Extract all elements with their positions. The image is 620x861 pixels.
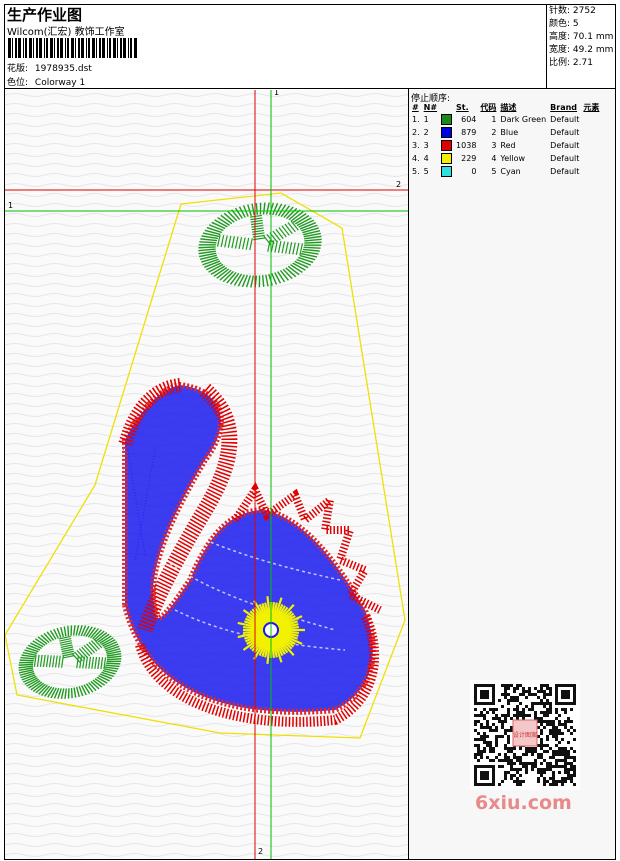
stats-block: 针数: 2752 颜色: 5 高度: 70.1 mm 宽度: 49.2 mm 比…	[549, 5, 613, 70]
color-table-header: # N# St. 代码 描述 Brand 元素	[410, 101, 601, 113]
row-n: 4	[423, 154, 429, 163]
row-stitches: 604	[461, 115, 477, 124]
width-label: 宽度:	[549, 45, 571, 55]
colorway-label: 色位:	[7, 78, 29, 88]
col-code: 代码	[480, 102, 497, 112]
colorway-value: Colorway 1	[34, 78, 86, 88]
guide-label-red-v: 2	[258, 847, 264, 856]
color-table: # N# St. 代码 描述 Brand 元素 1. 1 604 1 Dark Gree…	[410, 101, 601, 178]
row-n: 3	[423, 141, 429, 150]
header-divider	[4, 88, 616, 89]
col-stitches: St.	[456, 102, 469, 112]
company-name: Wilcom(汇宏) 教饰工作室	[7, 27, 125, 38]
height-value: 70.1 mm	[572, 32, 614, 42]
row-desc: Cyan	[500, 167, 521, 176]
col-n: N#	[423, 102, 438, 112]
qr-code: 设计图案	[470, 680, 580, 790]
color-row: 4. 4 229 4 Yellow Default	[410, 152, 601, 165]
col-brand: Brand	[550, 102, 578, 112]
row-swatch	[439, 165, 454, 178]
row-code: 3	[491, 141, 497, 150]
design-file-value: 1978935.dst	[34, 64, 92, 74]
row-code: 5	[491, 167, 497, 176]
row-brand: Default	[550, 128, 580, 137]
row-brand: Default	[550, 167, 580, 176]
color-row: 1. 1 604 1 Dark Green Default	[410, 113, 601, 126]
guide-label-red-h: 2	[396, 180, 402, 189]
row-swatch	[439, 113, 454, 126]
guide-label-green-v: 1	[274, 90, 280, 97]
row-swatch	[439, 152, 454, 165]
color-row: 5. 5 0 5 Cyan Default	[410, 165, 601, 178]
colorway-row: 色位: Colorway 1	[7, 75, 85, 88]
barcode	[8, 38, 137, 58]
ratio-label: 比例:	[549, 58, 571, 68]
guide-label-green-h: 1	[8, 201, 14, 210]
row-stitches: 229	[461, 154, 477, 163]
col-desc: 描述	[500, 102, 517, 112]
row-brand: Default	[550, 141, 580, 150]
design-file-row: 花版: 1978935.dst	[7, 61, 92, 74]
row-stitches: 879	[461, 128, 477, 137]
embroidery-canvas: 1 1 2 2	[5, 90, 408, 859]
row-code: 1	[491, 115, 497, 124]
color-swatch	[441, 166, 453, 177]
row-swatch	[439, 139, 454, 152]
col-element: 元素	[583, 102, 600, 112]
stitches-value: 2752	[572, 6, 596, 16]
design-file-label: 花版:	[7, 64, 29, 74]
color-swatch	[441, 153, 453, 164]
row-n: 1	[423, 115, 429, 124]
watermark: 6xiu.com	[475, 792, 572, 814]
row-index: 5.	[412, 167, 420, 176]
stats-divider	[546, 4, 547, 88]
colors-label: 颜色:	[549, 19, 571, 29]
qr-stamp-text: 设计图案	[513, 731, 537, 739]
row-n: 5	[423, 167, 429, 176]
color-row: 2. 2 879 2 Blue Default	[410, 126, 601, 139]
row-code: 4	[491, 154, 497, 163]
color-swatch	[441, 114, 453, 125]
color-swatch	[441, 140, 453, 151]
colors-value: 5	[572, 19, 579, 29]
row-code: 2	[491, 128, 497, 137]
stitches-label: 针数:	[549, 6, 571, 16]
row-desc: Blue	[500, 128, 519, 137]
sheet-title: 生产作业图	[7, 6, 83, 24]
row-desc: Yellow	[500, 154, 526, 163]
row-n: 2	[423, 128, 429, 137]
row-index: 2.	[412, 128, 420, 137]
col-index: #	[412, 102, 419, 112]
row-brand: Default	[550, 115, 580, 124]
row-index: 3.	[412, 141, 420, 150]
color-row: 3. 3 1038 3 Red Default	[410, 139, 601, 152]
width-value: 49.2 mm	[572, 45, 614, 55]
row-desc: Red	[500, 141, 516, 150]
row-stitches: 1038	[456, 141, 477, 150]
row-index: 4.	[412, 154, 420, 163]
row-stitches: 0	[471, 167, 477, 176]
embroidery-drawing	[5, 90, 408, 859]
row-brand: Default	[550, 154, 580, 163]
row-swatch	[439, 126, 454, 139]
ratio-value: 2.71	[572, 58, 593, 68]
height-label: 高度:	[549, 32, 571, 42]
color-swatch	[441, 127, 453, 138]
row-index: 1.	[412, 115, 420, 124]
row-desc: Dark Green	[500, 115, 547, 124]
